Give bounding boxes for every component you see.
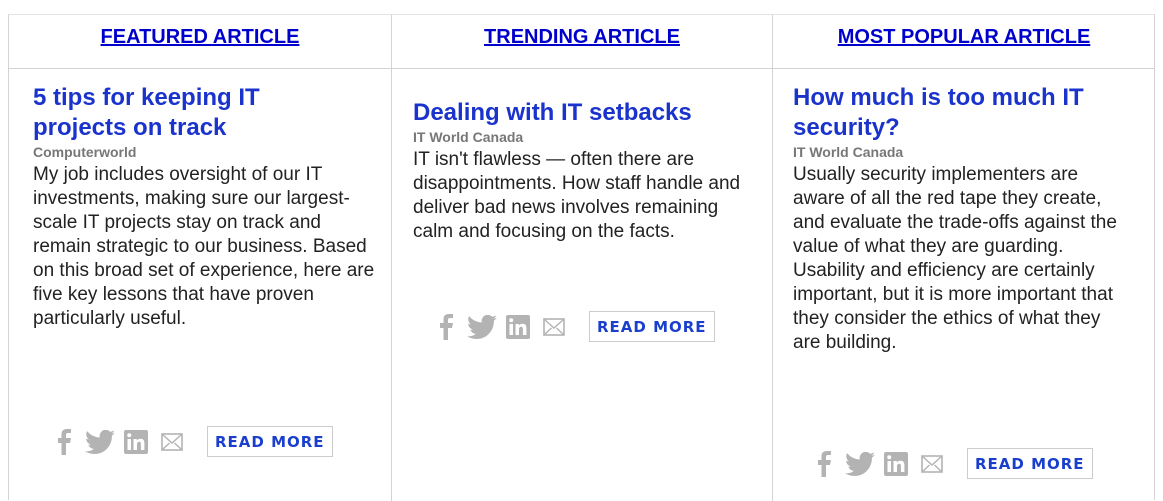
linkedin-icon[interactable] xyxy=(503,312,533,342)
email-icon[interactable] xyxy=(539,312,569,342)
featured-share-row: READ MORE xyxy=(49,426,333,457)
email-icon[interactable] xyxy=(917,449,947,479)
email-icon[interactable] xyxy=(157,427,187,457)
trending-read-more-button[interactable]: READ MORE xyxy=(589,311,715,342)
most-popular-share-row: READ MORE xyxy=(809,448,1093,479)
most-popular-article: How much is too much IT security? IT Wor… xyxy=(773,83,1155,355)
trending-share-row: READ MORE xyxy=(431,311,715,342)
trending-article-source: IT World Canada xyxy=(413,129,524,145)
linkedin-icon[interactable] xyxy=(881,449,911,479)
featured-article-header[interactable]: FEATURED ARTICLE xyxy=(9,15,391,69)
most-popular-article-source: IT World Canada xyxy=(793,144,904,160)
featured-article-title[interactable]: 5 tips for keeping IT projects on track xyxy=(33,83,333,143)
trending-article-column: TRENDING ARTICLE Dealing with IT setback… xyxy=(392,15,773,501)
twitter-icon[interactable] xyxy=(845,449,875,479)
facebook-icon[interactable] xyxy=(49,427,79,457)
trending-article-title[interactable]: Dealing with IT setbacks xyxy=(413,98,753,128)
twitter-icon[interactable] xyxy=(467,312,497,342)
newsletter-articles-panel: FEATURED ARTICLE 5 tips for keeping IT p… xyxy=(8,14,1155,501)
featured-article-source: Computerworld xyxy=(33,144,137,160)
trending-article-header[interactable]: TRENDING ARTICLE xyxy=(392,15,772,69)
featured-read-more-button[interactable]: READ MORE xyxy=(207,426,333,457)
most-popular-article-summary: Usually security implementers are aware … xyxy=(793,164,1117,353)
linkedin-icon[interactable] xyxy=(121,427,151,457)
featured-article-column: FEATURED ARTICLE 5 tips for keeping IT p… xyxy=(9,15,392,501)
featured-article-summary: My job includes oversight of our IT inve… xyxy=(33,164,375,329)
most-popular-read-more-button[interactable]: READ MORE xyxy=(967,448,1093,479)
trending-article-summary: IT isn't flawless — often there are disa… xyxy=(413,149,741,242)
facebook-icon[interactable] xyxy=(431,312,461,342)
twitter-icon[interactable] xyxy=(85,427,115,457)
most-popular-article-header[interactable]: MOST POPULAR ARTICLE xyxy=(773,15,1155,69)
most-popular-article-title[interactable]: How much is too much IT security? xyxy=(793,83,1113,143)
facebook-icon[interactable] xyxy=(809,449,839,479)
most-popular-article-column: MOST POPULAR ARTICLE How much is too muc… xyxy=(773,15,1155,501)
trending-article: Dealing with IT setbacks IT World Canada… xyxy=(392,98,772,244)
featured-article: 5 tips for keeping IT projects on track … xyxy=(9,83,391,331)
